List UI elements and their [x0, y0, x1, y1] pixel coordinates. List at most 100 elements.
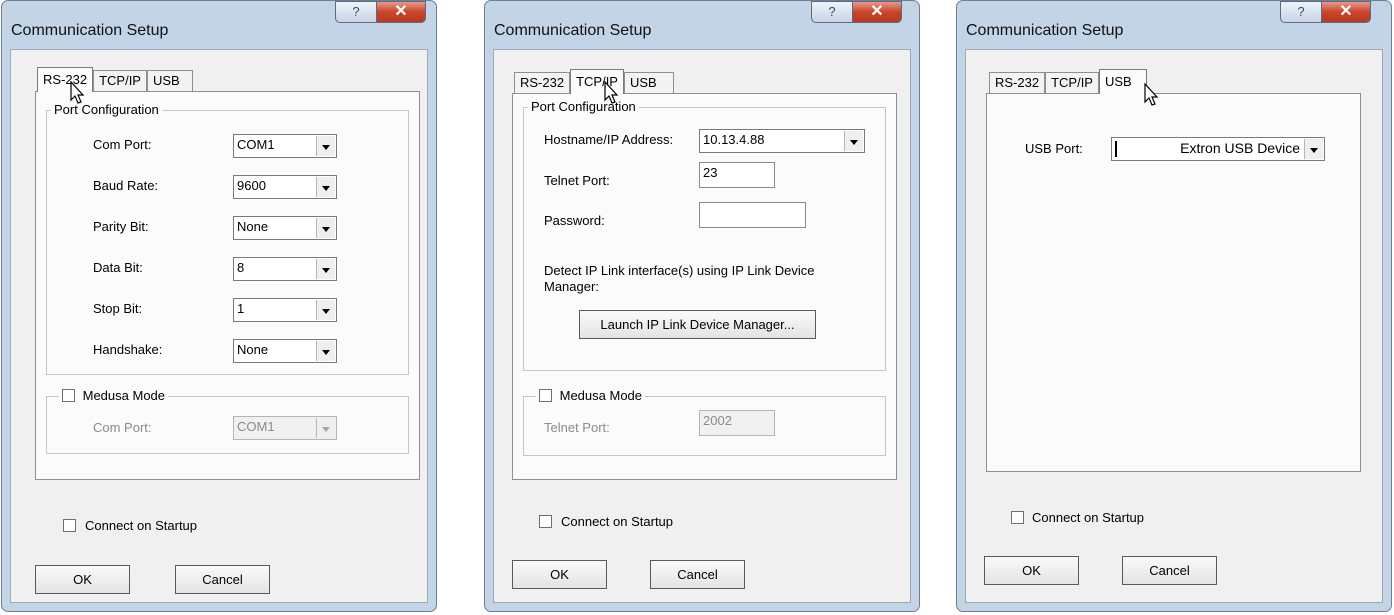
medusa-com-port-label: Com Port: [93, 420, 152, 435]
tab-strip: RS-232 TCP/IP USB [989, 69, 1147, 94]
tab-rs232[interactable]: RS-232 [989, 72, 1046, 94]
combo-value: COM1 [237, 419, 275, 434]
connect-on-startup-checkbox[interactable] [63, 519, 76, 532]
chevron-down-icon[interactable] [1304, 139, 1323, 159]
help-icon: ? [352, 4, 360, 19]
combo-value: 8 [237, 260, 245, 275]
handshake-select[interactable]: None [233, 339, 337, 363]
connect-on-startup-checkbox[interactable] [1011, 511, 1024, 524]
tab-page: Port Configuration Hostname/IP Address: … [512, 93, 897, 480]
chevron-down-icon[interactable] [316, 300, 335, 320]
tab-usb[interactable]: USB [623, 72, 674, 94]
close-icon: ✕ [394, 3, 408, 20]
detect-text-cont: Manager: [544, 279, 599, 294]
tab-rs232[interactable]: RS-232 [514, 72, 571, 94]
usb-port-select[interactable]: Extron USB Device [1111, 137, 1325, 161]
dialog-client: RS-232 TCP/IP USB Port Configuration Hos… [493, 49, 911, 603]
group-legend: Port Configuration [51, 102, 162, 117]
combo-value: None [237, 342, 269, 357]
com-port-select[interactable]: COM1 [233, 134, 337, 158]
text-caret [1115, 141, 1117, 157]
combo-value: 10.13.4.88 [703, 132, 765, 147]
medusa-mode-checkbox[interactable] [62, 389, 75, 402]
medusa-com-port-select: COM1 [233, 416, 337, 440]
field-label: Com Port: [93, 137, 152, 152]
tab-strip: RS-232 TCP/IP USB [514, 69, 674, 94]
field-label: Stop Bit: [93, 301, 143, 316]
close-button[interactable]: ✕ [376, 1, 426, 23]
password-label: Password: [544, 213, 605, 228]
window-title: Communication Setup [966, 22, 1124, 39]
tab-rs232[interactable]: RS-232 [37, 67, 94, 92]
input-value: 2002 [703, 413, 732, 428]
launch-ip-link-button[interactable]: Launch IP Link Device Manager... [579, 310, 816, 339]
group-legend: Port Configuration [528, 99, 639, 114]
combo-value: 1 [237, 301, 245, 316]
window-title: Communication Setup [11, 22, 169, 39]
usb-port-label: USB Port: [1025, 141, 1083, 156]
combo-value: None [237, 219, 269, 234]
tab-tcpip[interactable]: TCP/IP [93, 70, 147, 92]
window-title: Communication Setup [494, 22, 652, 39]
connect-on-startup-label: Connect on Startup [561, 514, 674, 529]
dialog-client: RS-232 TCP/IP USB Port Configuration Com… [10, 49, 428, 603]
input-value: 23 [703, 165, 718, 180]
combo-value: COM1 [237, 137, 275, 152]
help-icon: ? [828, 4, 836, 19]
dialog-tcpip: Communication Setup ? ✕ RS-232 TCP/IP US… [484, 0, 920, 612]
chevron-down-icon [316, 418, 335, 438]
close-button[interactable]: ✕ [1321, 1, 1371, 23]
chevron-down-icon[interactable] [316, 259, 335, 279]
connect-on-startup-label: Connect on Startup [1032, 510, 1145, 525]
tab-page: USB Port: Extron USB Device [986, 93, 1361, 472]
chevron-down-icon[interactable] [316, 177, 335, 197]
detect-text: Detect IP Link interface(s) using IP Lin… [544, 263, 815, 278]
telnet-port-input[interactable]: 23 [699, 162, 775, 188]
combo-value: 9600 [237, 178, 266, 193]
combo-value: Extron USB Device [1180, 140, 1300, 156]
stop-bit-select[interactable]: 1 [233, 298, 337, 322]
chevron-down-icon[interactable] [316, 218, 335, 238]
close-icon: ✕ [870, 3, 884, 20]
connect-on-startup-checkbox[interactable] [539, 515, 552, 528]
medusa-mode-checkbox[interactable] [539, 389, 552, 402]
cancel-button[interactable]: Cancel [650, 560, 745, 589]
parity-bit-select[interactable]: None [233, 216, 337, 240]
cancel-button[interactable]: Cancel [1122, 556, 1217, 585]
ok-button[interactable]: OK [35, 565, 130, 594]
help-button[interactable]: ? [1280, 1, 1322, 23]
tab-tcpip[interactable]: TCP/IP [1045, 72, 1099, 94]
medusa-mode-label: Medusa Mode [82, 388, 166, 403]
data-bit-select[interactable]: 8 [233, 257, 337, 281]
tab-usb[interactable]: USB [146, 70, 193, 92]
chevron-down-icon[interactable] [316, 341, 335, 361]
medusa-mode-label: Medusa Mode [559, 388, 643, 403]
ok-button[interactable]: OK [984, 556, 1079, 585]
field-label: Parity Bit: [93, 219, 149, 234]
help-button[interactable]: ? [335, 1, 377, 23]
connect-on-startup-label: Connect on Startup [85, 518, 198, 533]
medusa-mode-group: Medusa Mode Telnet Port: 2002 [523, 388, 886, 456]
tab-page: Port Configuration Com Port: COM1 Baud R… [35, 91, 420, 480]
tab-strip: RS-232 TCP/IP USB [37, 67, 193, 92]
chevron-down-icon[interactable] [316, 136, 335, 156]
chevron-down-icon[interactable] [844, 131, 863, 151]
baud-rate-select[interactable]: 9600 [233, 175, 337, 199]
help-button[interactable]: ? [811, 1, 853, 23]
ok-button[interactable]: OK [512, 560, 607, 589]
dialog-client: RS-232 TCP/IP USB USB Port: Extron USB D… [965, 49, 1383, 603]
tab-tcpip[interactable]: TCP/IP [570, 69, 624, 94]
telnet-port-label: Telnet Port: [544, 173, 610, 188]
medusa-telnet-port-input: 2002 [699, 410, 775, 436]
port-configuration-group: Port Configuration Hostname/IP Address: … [523, 99, 886, 371]
hostname-select[interactable]: 10.13.4.88 [699, 129, 865, 153]
dialog-usb: Communication Setup ? ✕ RS-232 TCP/IP US… [956, 0, 1392, 612]
field-label: Handshake: [93, 342, 163, 357]
cancel-button[interactable]: Cancel [175, 565, 270, 594]
close-button[interactable]: ✕ [852, 1, 902, 23]
medusa-mode-group: Medusa Mode Com Port: COM1 [46, 388, 409, 454]
port-configuration-group: Port Configuration Com Port: COM1 Baud R… [46, 102, 409, 375]
password-input[interactable] [699, 202, 806, 228]
field-label: Data Bit: [93, 260, 143, 275]
tab-usb[interactable]: USB [1098, 69, 1147, 94]
